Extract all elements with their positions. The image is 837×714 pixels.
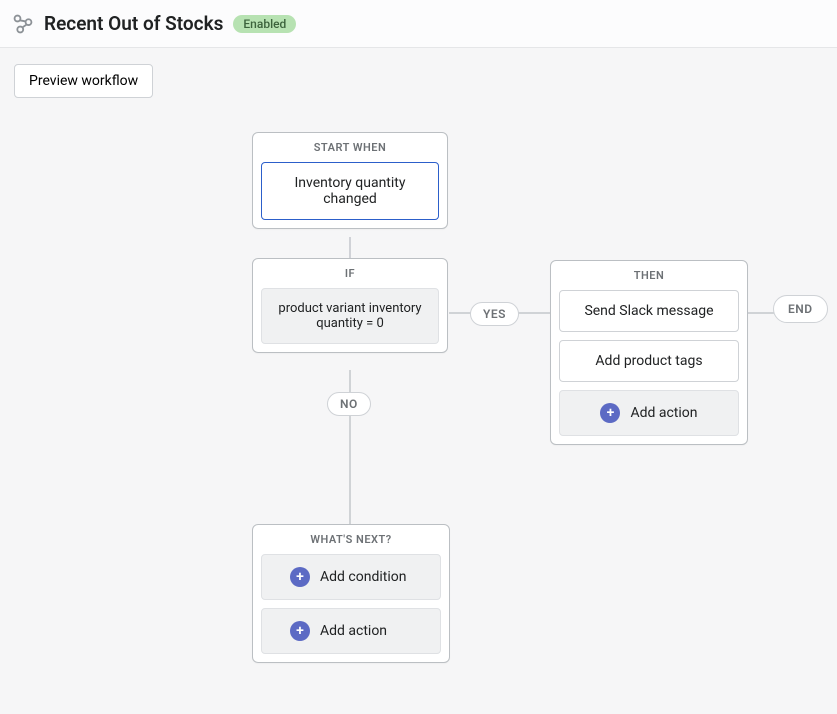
add-action-label: Add action <box>320 623 387 639</box>
then-label: THEN <box>551 261 747 290</box>
no-pill: NO <box>327 392 371 416</box>
if-card[interactable]: IF product variant inventory quantity = … <box>252 258 448 353</box>
start-when-card[interactable]: START WHEN Inventory quantity changed <box>252 132 448 229</box>
add-action-label: Add action <box>630 405 697 421</box>
if-label: IF <box>253 259 447 288</box>
page-title: Recent Out of Stocks <box>44 12 223 35</box>
action-slot-slack[interactable]: Send Slack message <box>559 290 739 332</box>
page-header: Recent Out of Stocks Enabled <box>0 0 837 48</box>
then-card[interactable]: THEN Send Slack message Add product tags… <box>550 260 748 445</box>
whats-next-card[interactable]: WHAT'S NEXT? + Add condition + Add actio… <box>252 524 450 663</box>
action-slot-tags[interactable]: Add product tags <box>559 340 739 382</box>
whats-next-label: WHAT'S NEXT? <box>253 525 449 554</box>
plus-icon: + <box>290 567 310 587</box>
status-badge: Enabled <box>233 15 296 33</box>
add-action-button-next[interactable]: + Add action <box>261 608 441 654</box>
plus-icon: + <box>600 403 620 423</box>
condition-slot[interactable]: product variant inventory quantity = 0 <box>261 288 439 344</box>
start-when-label: START WHEN <box>253 133 447 162</box>
add-condition-label: Add condition <box>320 569 406 585</box>
add-action-button-then[interactable]: + Add action <box>559 390 739 436</box>
trigger-slot[interactable]: Inventory quantity changed <box>261 162 439 220</box>
workflow-icon <box>12 13 34 35</box>
yes-pill: YES <box>470 302 519 326</box>
workflow-canvas: START WHEN Inventory quantity changed IF… <box>0 50 837 714</box>
add-condition-button[interactable]: + Add condition <box>261 554 441 600</box>
plus-icon: + <box>290 621 310 641</box>
end-pill: END <box>773 295 828 323</box>
